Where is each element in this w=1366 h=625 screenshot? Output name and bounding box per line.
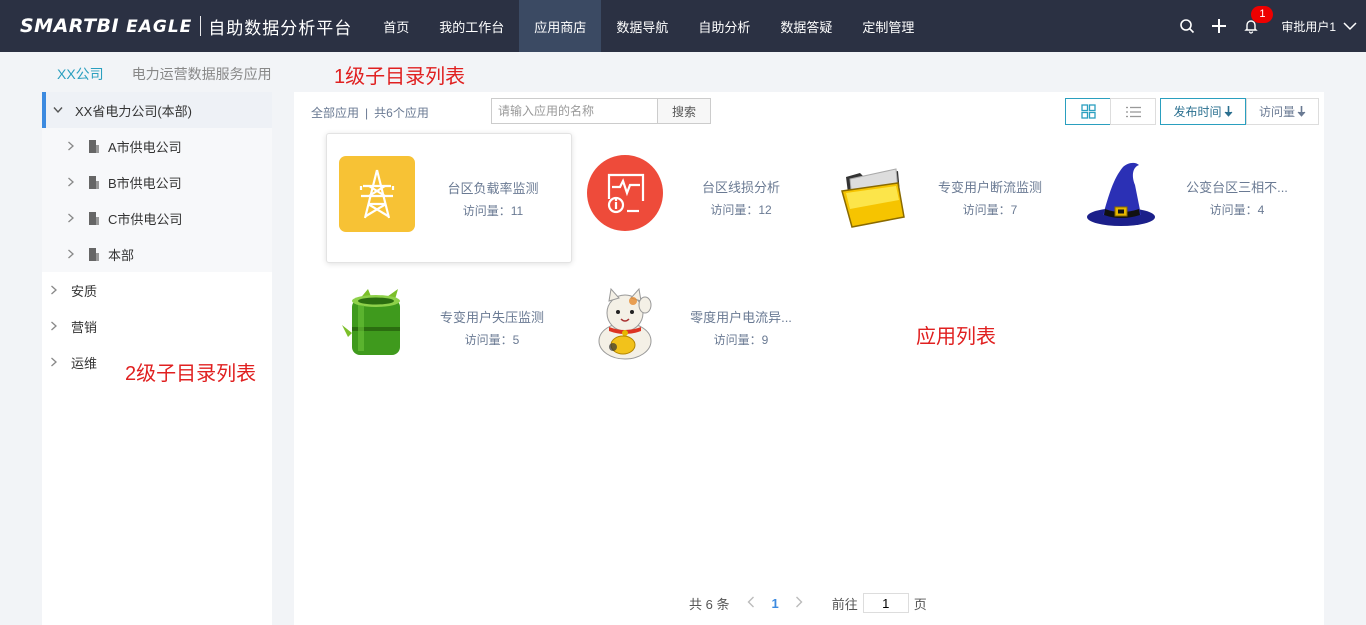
building-icon [89,140,99,153]
nav-self-analysis[interactable]: 自助分析 [683,0,765,52]
list-view-button[interactable] [1110,98,1156,125]
tree-item-label: 本部 [108,247,135,263]
tree-item-marketing[interactable]: 营销 [42,308,272,344]
monitor-info-icon [587,155,663,231]
building-icon [89,248,99,261]
grid-view-icon [1080,104,1096,119]
app-name: 公变台区三相不... [1186,180,1288,195]
add-icon[interactable] [1207,14,1231,38]
tree-item-city-c[interactable]: C市供电公司 [42,200,272,236]
platform-title: 自助数据分析平台 [208,18,353,38]
chevron-down-icon[interactable] [51,103,65,117]
chevron-right-icon[interactable] [64,139,78,153]
logo-mark: SMARTBI EAGLE [20,15,193,37]
chevron-right-icon[interactable] [64,175,78,189]
tree-item-headquarters[interactable]: 本部 [42,236,272,272]
tree-item-label: 安质 [71,283,98,299]
chevron-down-icon[interactable] [1338,14,1362,38]
bell-icon[interactable]: 1 [1239,6,1274,38]
next-page-icon[interactable] [789,596,809,611]
app-visits: 访问量：4 [1209,203,1265,217]
chevron-right-icon[interactable] [47,319,61,333]
app-list-panel: 全部应用|共6个应用 搜索 发布时间 访问量 [294,92,1324,625]
chevron-right-icon[interactable] [64,247,78,261]
app-count: 共6个应用 [374,106,429,120]
sort-by-visits[interactable]: 访问量 [1246,98,1319,125]
search-input[interactable] [491,98,658,124]
building-icon [89,176,99,189]
notification-badge: 1 [1251,6,1274,23]
search-icon[interactable] [1175,14,1199,38]
app-summary: 全部应用 | 共6个应用 [311,106,429,120]
app-visits: 访问量：12 [710,203,772,217]
nav-data-qa[interactable]: 数据答疑 [765,0,847,52]
app-card[interactable]: 台区负载率监测 访问量：11 [326,133,572,263]
top-nav-bar: SMARTBI EAGLE 自助数据分析平台 首页 我的工作台 应用商店 数据导航… [0,0,1366,52]
chevron-right-icon[interactable] [47,283,61,297]
app-card[interactable]: 零度用户电流异... 访问量：9 [575,263,821,393]
pagination: 共 6 条 1 前往 页 [689,592,927,614]
list-view-icon [1125,106,1141,117]
lucky-cat-icon [598,287,652,360]
power-tower-icon [339,156,415,232]
user-menu[interactable]: 审批用户1 [1281,18,1336,35]
search-button[interactable]: 搜索 [657,98,711,124]
nav-app-store[interactable]: 应用商店 [519,0,602,52]
nav-custom-management[interactable]: 定制管理 [847,0,929,52]
prev-page-icon[interactable] [741,596,761,611]
tree-item-label: B市供电公司 [108,175,182,191]
logo-divider [200,16,202,36]
goto-label: 前往 [831,596,858,612]
total-count: 共 6 条 [689,596,730,612]
tree-item-province-company[interactable]: XX省电力公司(本部) [42,92,272,128]
app-name: 专变用户失压监测 [439,310,544,325]
tree-item-label: C市供电公司 [108,211,183,227]
level1-directory: XX公司 电力运营数据服务应用 [42,56,300,92]
app-card[interactable]: 公变台区三相不... 访问量：4 [1071,133,1317,263]
app-name: 零度用户电流异... [690,310,792,325]
bamboo-icon [342,289,400,355]
nav-workbench[interactable]: 我的工作台 [424,0,519,52]
app-card[interactable]: 专变用户失压监测 访问量：5 [326,263,572,393]
logo[interactable]: SMARTBI EAGLE 自助数据分析平台 [20,0,352,52]
goto-suffix: 页 [913,596,927,612]
arrow-down-icon [1224,106,1232,117]
level1-annotation: 1级子目录列表 [334,66,466,88]
page-number[interactable]: 1 [771,596,778,611]
app-visits: 访问量：5 [464,333,520,347]
chevron-right-icon[interactable] [64,211,78,225]
main-nav: 首页 我的工作台 应用商店 数据导航 自助分析 数据答疑 定制管理 [368,0,929,52]
app-visits: 访问量：11 [462,204,524,218]
tree-item-city-b[interactable]: B市供电公司 [42,164,272,200]
folder-icon [841,168,905,228]
app-name: 台区线损分析 [701,180,780,195]
app-visits: 访问量：9 [713,333,769,347]
wizard-hat-icon [1087,162,1155,226]
app-list-annotation: 应用列表 [916,326,996,348]
chevron-right-icon[interactable] [47,355,61,369]
all-apps-link[interactable]: 全部应用 [311,106,359,120]
app-name: 专变用户断流监测 [937,180,1042,195]
nav-home[interactable]: 首页 [368,0,424,52]
tree-item-label: A市供电公司 [108,139,182,155]
app-visits: 访问量：7 [962,203,1018,217]
app-name: 台区负载率监测 [447,181,539,196]
building-icon [89,212,99,225]
level1-item-xx-company[interactable]: XX公司 [57,64,104,84]
app-card[interactable]: 专变用户断流监测 访问量：7 [824,133,1070,263]
tree-item-safety-quality[interactable]: 安质 [42,272,272,308]
sort-by-publish-time[interactable]: 发布时间 [1160,98,1246,125]
app-card[interactable]: 台区线损分析 访问量：12 [575,133,821,263]
nav-data-navigation[interactable]: 数据导航 [601,0,683,52]
tree-item-city-a[interactable]: A市供电公司 [42,128,272,164]
tree-item-label: 运维 [71,355,98,371]
level1-item-power-ops[interactable]: 电力运营数据服务应用 [132,64,272,84]
toolbar: 全部应用|共6个应用 搜索 发布时间 访问量 [294,92,1324,130]
tree-item-label: 营销 [71,319,98,335]
level2-annotation: 2级子目录列表 [125,363,257,385]
goto-page-input[interactable] [862,593,909,613]
arrow-down-icon [1297,106,1306,117]
grid-view-button[interactable] [1065,98,1111,125]
tree-item-label: XX省电力公司(本部) [75,103,193,119]
